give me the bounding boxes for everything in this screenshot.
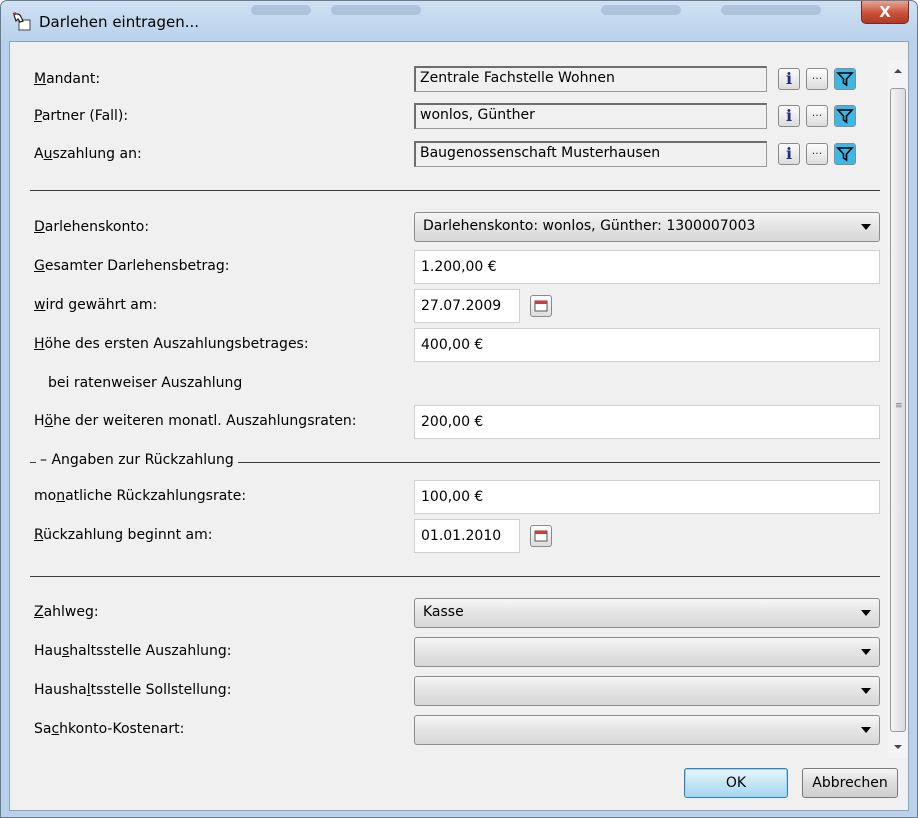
rueckzahlungsrate-input[interactable]: 100,00 €	[414, 480, 880, 514]
label-erster-betrag: Höhe des ersten Auszahlungsbetrages:	[34, 336, 309, 352]
partner-browse-button[interactable]: ...	[806, 105, 828, 127]
ellipsis-icon: ...	[811, 106, 823, 119]
sachkonto-select[interactable]	[414, 715, 880, 745]
scrollbar-thumb[interactable]: ≡	[890, 88, 906, 732]
vertical-scrollbar[interactable]: ≡	[888, 60, 908, 758]
calendar-icon	[531, 300, 551, 320]
label-darlehenskonto: Darlehenskonto:	[34, 219, 150, 235]
window-title: Darlehen eintragen...	[39, 13, 200, 31]
ok-button[interactable]: OK	[684, 768, 788, 798]
info-icon: i	[785, 69, 793, 88]
erster-betrag-input[interactable]: 400,00 €	[414, 328, 880, 362]
partner-info-button[interactable]: i	[778, 105, 800, 127]
mandant-filter-button[interactable]	[834, 68, 856, 90]
gewaehrt-am-calendar-button[interactable]	[530, 295, 552, 317]
auszahlung-info-button[interactable]: i	[778, 143, 800, 165]
label-hh-auszahlung: Haushaltsstelle Auszahlung:	[34, 643, 232, 659]
label-rueckzahlung-beginn: Rückzahlung beginnt am:	[34, 527, 213, 543]
title-bar[interactable]: Darlehen eintragen... X	[1, 1, 917, 41]
chevron-down-icon	[861, 688, 871, 694]
darlehenskonto-value: Darlehenskonto: wonlos, Günther: 1300007…	[423, 218, 756, 234]
filter-icon	[835, 106, 855, 126]
scroll-down-button[interactable]	[888, 736, 908, 758]
rueckzahlung-beginn-calendar-button[interactable]	[530, 525, 552, 547]
hh-sollstellung-select[interactable]	[414, 676, 880, 706]
chevron-down-icon	[861, 727, 871, 733]
gesamtbetrag-input[interactable]: 1.200,00 €	[414, 250, 880, 284]
ellipsis-icon: ...	[811, 144, 823, 157]
label-rueckzahlungsrate: monatliche Rückzahlungsrate:	[34, 488, 247, 504]
mandant-browse-button[interactable]: ...	[806, 68, 828, 90]
chevron-down-icon	[861, 610, 871, 616]
label-sachkonto: Sachkonto-Kostenart:	[34, 721, 185, 737]
close-button[interactable]: X	[861, 1, 909, 24]
mandant-info-button[interactable]: i	[778, 68, 800, 90]
chevron-down-icon	[861, 649, 871, 655]
label-auszahlung-an: Auszahlung an:	[34, 146, 142, 162]
rueckzahlung-beginn-input[interactable]: 01.01.2010	[414, 519, 520, 553]
label-weitere-raten: Höhe der weiteren monatl. Auszahlungsrat…	[34, 413, 357, 429]
dialog-body: Mandant: Zentrale Fachstelle Wohnen i ..…	[9, 41, 909, 811]
hh-auszahlung-select[interactable]	[414, 637, 880, 667]
auszahlung-an-field[interactable]: Baugenossenschaft Musterhausen	[414, 141, 767, 167]
chevron-down-icon	[861, 224, 871, 230]
gewaehrt-am-input[interactable]: 27.07.2009	[414, 289, 520, 323]
hand-document-icon	[11, 12, 33, 32]
info-icon: i	[785, 106, 793, 125]
auszahlung-filter-button[interactable]	[834, 143, 856, 165]
dialog-window: Darlehen eintragen... X Mandant: Zentral…	[0, 0, 918, 818]
label-hh-sollstellung: Haushaltsstelle Sollstellung:	[34, 682, 232, 698]
ellipsis-icon: ...	[811, 69, 823, 82]
label-gesamtbetrag: Gesamter Darlehensbetrag:	[34, 258, 230, 274]
auszahlung-browse-button[interactable]: ...	[806, 143, 828, 165]
scroll-up-button[interactable]	[888, 60, 908, 82]
darlehenskonto-select[interactable]: Darlehenskonto: wonlos, Günther: 1300007…	[414, 212, 880, 242]
label-mandant: Mandant:	[34, 71, 101, 87]
cancel-button[interactable]: Abbrechen	[802, 768, 898, 798]
background-blur	[721, 5, 821, 15]
label-gewaehrt-am: wird gewährt am:	[34, 297, 158, 313]
partner-filter-button[interactable]	[834, 105, 856, 127]
separator	[30, 576, 880, 577]
filter-icon	[835, 144, 855, 164]
background-blur	[251, 5, 311, 15]
weitere-raten-input[interactable]: 200,00 €	[414, 405, 880, 439]
info-icon: i	[785, 144, 793, 163]
ratenweise-note: bei ratenweiser Auszahlung	[48, 375, 243, 391]
mandant-field[interactable]: Zentrale Fachstelle Wohnen	[414, 66, 767, 92]
partner-field[interactable]: wonlos, Günther	[414, 103, 767, 129]
grip-icon: ≡	[895, 401, 903, 411]
label-partner: Partner (Fall):	[34, 108, 129, 124]
background-blur	[601, 5, 681, 15]
close-icon: X	[879, 3, 891, 21]
calendar-icon	[531, 530, 551, 550]
zahlweg-value: Kasse	[423, 604, 464, 620]
label-zahlweg: Zahlweg:	[34, 604, 99, 620]
rueckzahlung-group-title: – Angaben zur Rückzahlung	[36, 452, 238, 468]
zahlweg-select[interactable]: Kasse	[414, 598, 880, 628]
background-blur	[331, 5, 421, 15]
filter-icon	[835, 69, 855, 89]
separator	[30, 190, 880, 191]
